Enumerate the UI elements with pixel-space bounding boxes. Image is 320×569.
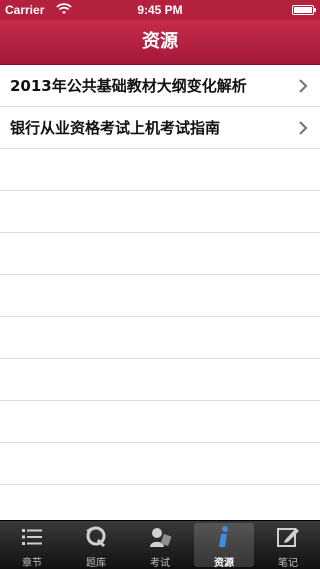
tab-question-bank[interactable]: 题库 <box>64 521 128 569</box>
list-item[interactable]: 2013年公共基础教材大纲变化解析 <box>0 65 320 107</box>
empty-row <box>0 233 320 275</box>
navigation-bar: 资源 <box>0 20 320 65</box>
exam-icon <box>150 528 172 547</box>
empty-row <box>0 275 320 317</box>
list-icon <box>22 529 42 545</box>
empty-row <box>0 359 320 401</box>
battery-icon <box>292 5 316 15</box>
tab-bar: 章节 题库 考试 资源 笔记 <box>0 520 320 569</box>
list-item[interactable]: 银行从业资格考试上机考试指南 <box>0 107 320 149</box>
status-bar: Carrier 9:45 PM <box>0 0 320 20</box>
tab-label: 题库 <box>86 558 106 569</box>
chevron-right-icon <box>299 79 308 93</box>
tab-chapters[interactable]: 章节 <box>0 521 64 569</box>
chevron-right-icon <box>299 121 308 135</box>
empty-row <box>0 401 320 443</box>
tab-resources[interactable]: 资源 <box>192 521 256 569</box>
note-edit-icon <box>277 528 299 547</box>
tab-notes[interactable]: 笔记 <box>256 521 320 569</box>
page-title: 资源 <box>142 31 178 52</box>
tab-label: 笔记 <box>278 558 298 569</box>
tab-label: 考试 <box>150 558 170 569</box>
tab-label: 资源 <box>214 558 234 569</box>
resource-list: 2013年公共基础教材大纲变化解析 银行从业资格考试上机考试指南 <box>0 65 320 520</box>
question-bank-icon <box>86 526 106 548</box>
empty-row <box>0 443 320 485</box>
empty-row <box>0 317 320 359</box>
empty-row <box>0 191 320 233</box>
tab-label: 章节 <box>22 558 42 569</box>
list-item-label: 2013年公共基础教材大纲变化解析 <box>10 77 247 95</box>
list-item-label: 银行从业资格考试上机考试指南 <box>10 119 221 137</box>
status-time: 9:45 PM <box>137 3 183 17</box>
info-icon <box>219 526 228 547</box>
tab-exam[interactable]: 考试 <box>128 521 192 569</box>
empty-row <box>0 149 320 191</box>
